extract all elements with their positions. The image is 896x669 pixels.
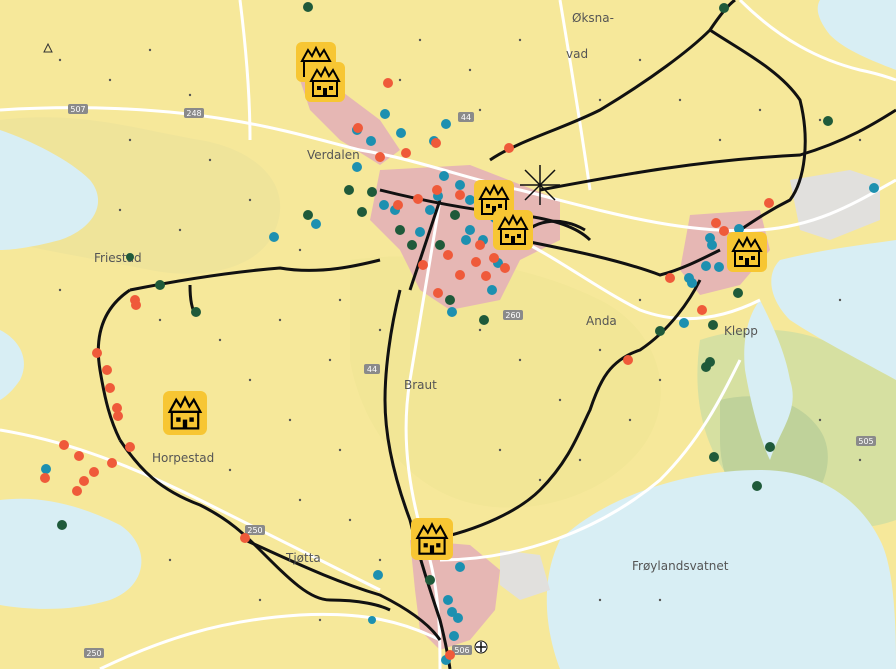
- place-label-verdalen: Verdalen: [307, 148, 360, 162]
- mountain-peak-icon: [43, 42, 53, 53]
- place-label-oksnavad-1: Øksna-: [572, 11, 614, 25]
- svg-text:44: 44: [461, 113, 471, 122]
- place-label-tjotta: Tjøtta: [285, 551, 321, 565]
- place-label-friestad: Friestad: [94, 251, 142, 265]
- place-label-horpestad: Horpestad: [152, 451, 214, 465]
- road-shield-507: 507: [68, 104, 88, 114]
- road-shield-250a: 250: [245, 525, 265, 535]
- place-label-braut: Braut: [404, 378, 437, 392]
- house-marker-icon: [493, 210, 533, 250]
- place-label-froylandsvatnet: Frøylandsvatnet: [632, 559, 729, 573]
- place-label-anda: Anda: [586, 314, 617, 328]
- place-label-oksnavad-2: vad: [566, 47, 588, 61]
- svg-text:507: 507: [70, 105, 85, 114]
- svg-text:505: 505: [858, 437, 873, 446]
- house-marker-icon: [305, 62, 345, 102]
- svg-text:506: 506: [454, 646, 469, 655]
- road-shield-260: 260: [503, 310, 523, 320]
- svg-text:250: 250: [247, 526, 262, 535]
- house-marker-icon: [163, 391, 207, 435]
- house-marker-icon: [727, 232, 767, 272]
- svg-text:250: 250: [86, 649, 101, 658]
- map-canvas[interactable]: 507 248 44 260 44 250 505 250 506 Øksna-…: [0, 0, 896, 669]
- place-label-klepp: Klepp: [724, 324, 758, 338]
- house-marker-icon: [411, 518, 453, 560]
- road-shield-44a: 44: [458, 112, 474, 122]
- road-shield-506: 506: [452, 645, 472, 655]
- starburst-icon: [520, 165, 560, 205]
- church-cross-icon: [474, 640, 488, 654]
- road-shield-250b: 250: [84, 648, 104, 658]
- svg-text:44: 44: [367, 365, 377, 374]
- map-layer: 507 248 44 260 44 250 505 250 506 Øksna-…: [0, 0, 896, 669]
- svg-text:260: 260: [505, 311, 520, 320]
- svg-text:248: 248: [186, 109, 201, 118]
- road-shield-44b: 44: [364, 364, 380, 374]
- road-shield-248: 248: [184, 108, 204, 118]
- road-shield-505: 505: [856, 436, 876, 446]
